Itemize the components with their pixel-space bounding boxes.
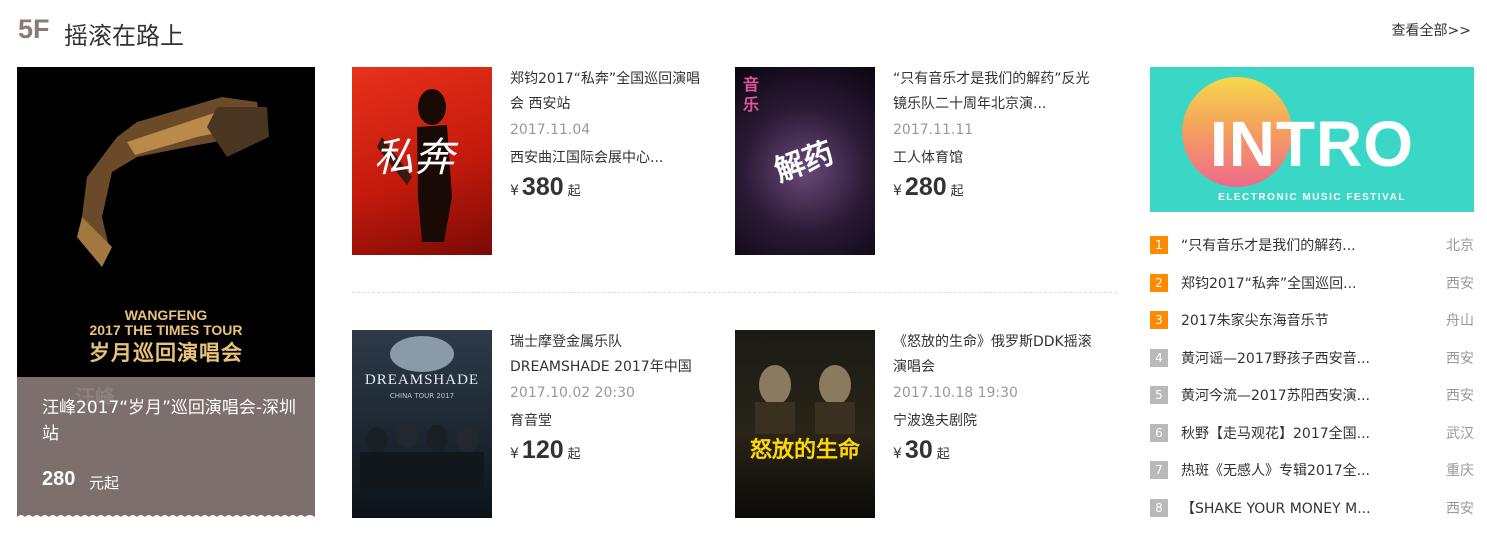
poster-side-text: 音乐 (743, 75, 760, 114)
floor-number: 5F (18, 14, 50, 44)
featured-event-name[interactable]: 汪峰2017“岁月”巡回演唱会-深圳站 (42, 395, 297, 447)
featured-poster-line1: WANGFENG (124, 307, 208, 323)
price-suffix: 起 (567, 184, 581, 199)
event-poster[interactable]: 怒放的生命 (735, 330, 875, 518)
event-date: 2017.10.02 20:30 (510, 385, 635, 401)
rank-badge: 7 (1150, 461, 1168, 479)
rank-event-name[interactable]: 秋野【走马观花】2017全国... (1181, 423, 1401, 443)
rank-city: 西安 (1446, 350, 1474, 367)
event-title[interactable]: 郑钧2017“私奔”全国巡回演唱会 西安站 (510, 67, 710, 117)
event-card[interactable]: 音乐 解药 “只有音乐才是我们的解药”反光镜乐队二十周年北京演... 2017.… (735, 67, 1100, 255)
price-suffix: 起 (567, 447, 581, 462)
rank-city: 舟山 (1446, 313, 1474, 329)
event-card[interactable]: 怒放的生命 《怒放的生命》俄罗斯DDK摇滚演唱会 2017.10.18 19:3… (735, 330, 1100, 518)
rank-event-name[interactable]: 2017朱家尖东海音乐节 (1181, 310, 1401, 330)
section-title: 摇滚在路上 (64, 22, 184, 50)
rank-city: 西安 (1446, 275, 1474, 292)
poster-band (755, 365, 855, 434)
view-all-link[interactable]: 查看全部>> (1392, 20, 1471, 40)
event-venue: 育音堂 (510, 413, 552, 429)
event-date: 2017.11.11 (893, 122, 974, 138)
rank-city: 北京 (1446, 238, 1474, 254)
rank-event-name[interactable]: “只有音乐才是我们的解药... (1181, 235, 1401, 255)
currency-symbol: ¥ (893, 183, 902, 199)
rank-city: 西安 (1446, 388, 1474, 404)
price-value: 280 (904, 173, 947, 201)
row-divider (352, 292, 1117, 293)
rank-event-name[interactable]: 热斑《无感人》专辑2017全... (1181, 460, 1401, 480)
rank-city: 西安 (1446, 500, 1474, 517)
event-venue: 宁波逸夫剧院 (893, 413, 977, 429)
banner-subtitle: ELECTRONIC MUSIC FESTIVAL (1218, 192, 1406, 203)
rank-badge: 8 (1150, 498, 1168, 517)
event-venue: 工人体育馆 (893, 150, 963, 166)
ranking-item[interactable]: 1 “只有音乐才是我们的解药... 北京 (1150, 234, 1474, 272)
rank-badge: 2 (1150, 273, 1168, 292)
poster-band (360, 422, 484, 490)
event-poster[interactable]: 音乐 解药 (735, 67, 875, 255)
price-suffix: 起 (936, 447, 950, 462)
event-poster[interactable]: 私奔 (352, 67, 492, 255)
ranking-item[interactable]: 3 2017朱家尖东海音乐节 舟山 (1150, 309, 1474, 347)
event-date: 2017.10.18 19:30 (893, 385, 1018, 401)
poster-text: 怒放的生命 (749, 438, 860, 463)
ranking-item[interactable]: 4 黄河谣—2017野孩子西安音... 西安 (1150, 347, 1474, 385)
ranking-item[interactable]: 7 热斑《无感人》专辑2017全... 重庆 (1150, 459, 1474, 497)
currency-symbol: ¥ (510, 446, 519, 462)
promo-banner[interactable]: INTRO ELECTRONIC MUSIC FESTIVAL (1150, 67, 1474, 212)
ranking-item[interactable]: 2 郑钧2017“私奔”全国巡回... 西安 (1150, 272, 1474, 310)
ranking-item[interactable]: 6 秋野【走马观花】2017全国... 武汉 (1150, 422, 1474, 460)
event-price: ¥380 起 (510, 173, 581, 202)
event-title[interactable]: 瑞士摩登金属乐队DREAMSHADE 2017年中国 (510, 330, 710, 380)
event-card[interactable]: 私奔 郑钧2017“私奔”全国巡回演唱会 西安站 2017.11.04 西安曲江… (352, 67, 717, 255)
ranking-item[interactable]: 8 【SHAKE YOUR MONEY M... 西安 (1150, 497, 1474, 535)
price-value: 380 (521, 173, 564, 201)
price-value: 30 (904, 436, 933, 464)
rank-event-name[interactable]: 黄河谣—2017野孩子西安音... (1181, 348, 1401, 368)
featured-event-card[interactable]: WANGFENG 2017 THE TIMES TOUR 岁月巡回演唱会 汪峰 … (17, 67, 315, 520)
event-card[interactable]: DREAMSHADE CHINA TOUR 2017 瑞士摩登金属乐队DREAM… (352, 330, 717, 518)
rank-badge: 1 (1150, 236, 1168, 254)
rank-badge: 6 (1150, 423, 1168, 442)
ranking-item[interactable]: 5 黄河今流—2017苏阳西安演... 西安 (1150, 384, 1474, 422)
featured-price: 280 (42, 468, 76, 490)
currency-symbol: ¥ (510, 183, 519, 199)
featured-price-suffix: 元起 (89, 474, 120, 492)
event-date: 2017.11.04 (510, 122, 591, 138)
ranking-list: 1 “只有音乐才是我们的解药... 北京 2 郑钧2017“私奔”全国巡回... 西安 … (1150, 234, 1474, 534)
featured-poster-line3: 岁月巡回演唱会 (89, 342, 243, 365)
banner-title: INTRO (1209, 108, 1415, 180)
rank-event-name[interactable]: 郑钧2017“私奔”全国巡回... (1181, 273, 1401, 293)
price-suffix: 起 (950, 184, 964, 199)
event-price: ¥30 起 (893, 436, 950, 465)
rank-badge: 4 (1150, 348, 1168, 367)
rank-badge: 3 (1150, 311, 1168, 329)
poster-text: 私奔 (374, 135, 454, 181)
event-title[interactable]: 《怒放的生命》俄罗斯DDK摇滚演唱会 (893, 330, 1093, 380)
featured-info-panel: 汪峰 汪峰2017“岁月”巡回演唱会-深圳站 280 元起 (17, 377, 315, 520)
event-price: ¥120 起 (510, 436, 581, 465)
price-value: 120 (521, 436, 564, 464)
rank-event-name[interactable]: 【SHAKE YOUR MONEY M... (1181, 498, 1401, 518)
event-poster[interactable]: DREAMSHADE CHINA TOUR 2017 (352, 330, 492, 518)
poster-text: 解药 (770, 135, 839, 189)
rank-event-name[interactable]: 黄河今流—2017苏阳西安演... (1181, 385, 1401, 405)
rank-city: 重庆 (1446, 463, 1474, 479)
rank-badge: 5 (1150, 386, 1168, 404)
event-venue: 西安曲江国际会展中心... (510, 150, 664, 166)
featured-poster-line2: 2017 THE TIMES TOUR (89, 322, 243, 338)
event-price: ¥280 起 (893, 173, 964, 202)
event-title[interactable]: “只有音乐才是我们的解药”反光镜乐队二十周年北京演... (893, 67, 1093, 117)
zigzag-edge (17, 515, 315, 520)
rank-city: 武汉 (1446, 425, 1474, 442)
currency-symbol: ¥ (893, 446, 902, 462)
